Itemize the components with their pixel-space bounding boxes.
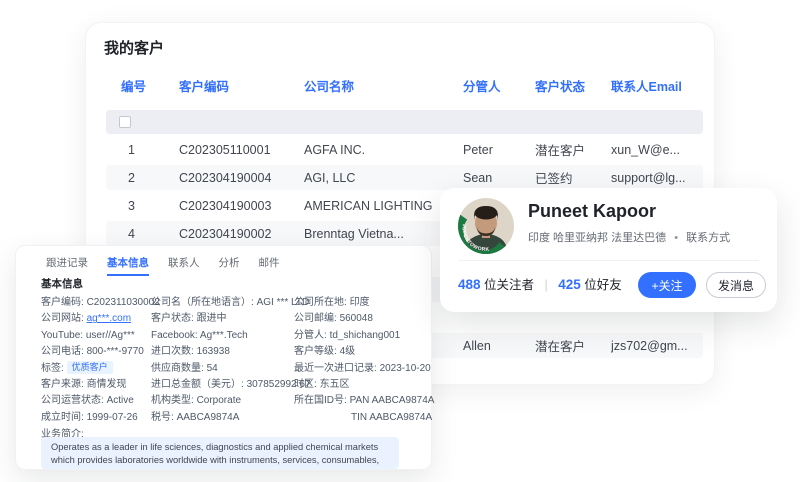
cell-no: 4: [128, 226, 135, 241]
detail-column-2: 公司名（所在地语言）: AGI *** LTD 客户状态: 跟进中 Facebo…: [151, 295, 311, 426]
cell-email: support@lg...: [611, 170, 686, 185]
field-founded-date: 成立时间: 1999-07-26: [41, 411, 138, 423]
cell-email: jzs702@gm...: [611, 338, 688, 353]
business-intro-text: Operates as a leader in life sciences, d…: [41, 437, 399, 469]
field-total-import-amount: 进口总金额（美元）: 307852992.67: [151, 378, 311, 390]
field-operating-status: 公司运营状态: Active: [41, 395, 134, 407]
cell-email: xun_W@e...: [611, 142, 680, 157]
field-customer-level: 客户等级: 4级: [294, 346, 356, 358]
cell-status: 潜在客户: [535, 144, 586, 158]
detail-column-3: 公司所在地: 印度 公司邮编: 560048 分管人: td_shichang0…: [294, 295, 434, 426]
contact-profile-card: #OPENTOWORK Puneet Kapoor 印度 哈里亚纳邦 法里达巴德…: [440, 188, 777, 312]
quality-customer-badge: 优质客户: [66, 360, 113, 374]
field-facebook: Facebook: Ag***.Tech: [151, 329, 248, 341]
friends-label: 位好友: [584, 278, 622, 292]
customer-detail-panel: 跟进记录 基本信息 联系人 分析 邮件 基本信息 客户编码: C20231103…: [15, 245, 434, 470]
stats-divider: |: [544, 278, 548, 292]
card-divider: [458, 260, 759, 261]
tab-basic-info[interactable]: 基本信息: [107, 255, 149, 276]
avatar: #OPENTOWORK: [458, 198, 514, 254]
field-company-location: 公司所在地: 印度: [294, 297, 370, 308]
cell-company: AGFA INC.: [304, 142, 366, 157]
field-import-count: 进口次数: 163938: [151, 346, 230, 358]
column-header-status: 客户状态: [535, 79, 586, 94]
tab-email[interactable]: 邮件: [259, 255, 280, 276]
cell-no: 1: [128, 142, 135, 157]
tab-followup-records[interactable]: 跟进记录: [46, 255, 88, 276]
cell-manager: Sean: [463, 170, 493, 185]
table-row[interactable]: 1 C202305110001 AGFA INC. Peter 潜在客户 xun…: [106, 137, 703, 162]
field-country-id-pan: 所在国ID号: PAN AABCA9874A: [294, 395, 435, 407]
table-header-row: 编号 客户编码 公司名称 分管人 客户状态 联系人Email: [106, 75, 703, 95]
cell-code: C202304190004: [179, 170, 272, 185]
field-customer-status: 客户状态: 跟进中: [151, 313, 227, 325]
column-header-company: 公司名称: [304, 79, 355, 94]
field-company-website: 公司网站: ag***.com: [41, 313, 132, 325]
field-last-import-record: 最近一次进口记录: 2023-10-20: [294, 362, 431, 374]
field-manager: 分管人: td_shichang001: [294, 329, 401, 341]
send-message-button[interactable]: 发消息: [706, 272, 766, 298]
field-country-id-tin: TIN AABCA9874A: [351, 411, 433, 423]
column-header-manager: 分管人: [463, 79, 501, 94]
page-title: 我的客户: [104, 40, 165, 57]
cell-code: C202304190002: [179, 226, 272, 241]
field-company-local-name: 公司名（所在地语言）: AGI *** LTD: [151, 297, 310, 308]
field-customer-source: 客户来源: 商情发现: [41, 378, 127, 390]
field-tags: 标签: 优质客户: [41, 360, 160, 377]
field-org-type: 机构类型: Corporate: [151, 395, 242, 407]
detail-tabs: 跟进记录 基本信息 联系人 分析 邮件: [46, 255, 280, 276]
field-youtube: YouTube: user//Ag***: [41, 329, 135, 341]
contact-location: 印度 哈里亚纳邦 法里达巴德: [528, 232, 667, 244]
select-all-checkbox[interactable]: [119, 116, 131, 128]
field-company-phone: 公司电话: 800-***-9770: [41, 346, 144, 358]
contact-stats: 488 位关注者 | 425 位好友: [458, 272, 622, 298]
column-header-code: 客户编码: [179, 79, 230, 94]
contact-subtitle: 印度 哈里亚纳邦 法里达巴德 • 联系方式: [528, 229, 730, 245]
field-customer-code: 客户编码: C202311030002: [41, 297, 160, 308]
cell-code: C202304190003: [179, 198, 272, 213]
friends-count: 425: [558, 277, 581, 292]
table-row[interactable]: 2 C202304190004 AGI, LLC Sean 已签约 suppor…: [106, 165, 703, 190]
cell-status: 潜在客户: [535, 340, 586, 354]
column-header-no: 编号: [121, 79, 147, 94]
field-postal-code: 公司邮编: 560048: [294, 313, 373, 325]
section-title-basic-info: 基本信息: [41, 278, 83, 290]
cell-no: 2: [128, 170, 135, 185]
cell-manager: Peter: [463, 142, 493, 157]
field-timezone: 时区: 东五区: [294, 378, 350, 390]
follow-button[interactable]: +关注: [638, 272, 696, 298]
followers-label: 位关注者: [484, 278, 535, 292]
column-header-email: 联系人Email: [611, 79, 682, 94]
website-link[interactable]: ag***.com: [87, 313, 131, 324]
tab-analysis[interactable]: 分析: [219, 255, 240, 276]
bullet-separator: •: [674, 232, 679, 244]
detail-column-1: 客户编码: C202311030002 公司网站: ag***.com YouT…: [41, 295, 160, 426]
cell-company: AGI, LLC: [304, 170, 356, 185]
contact-info-link[interactable]: 联系方式: [686, 232, 730, 244]
cell-manager: Allen: [463, 338, 491, 353]
tab-contacts[interactable]: 联系人: [168, 255, 200, 276]
field-supplier-count: 供应商数量: 54: [151, 362, 218, 374]
cell-no: 3: [128, 198, 135, 213]
field-tax-id: 税号: AABCA9874A: [151, 411, 240, 423]
contact-name: Puneet Kapoor: [528, 201, 657, 221]
cell-status: 已签约: [535, 172, 573, 186]
followers-count: 488: [458, 277, 481, 292]
cell-code: C202305110001: [179, 142, 271, 157]
select-all-row: [106, 110, 703, 134]
page: 我的客户 编号 客户编码 公司名称 分管人 客户状态 联系人Email 1 C2…: [0, 0, 800, 482]
